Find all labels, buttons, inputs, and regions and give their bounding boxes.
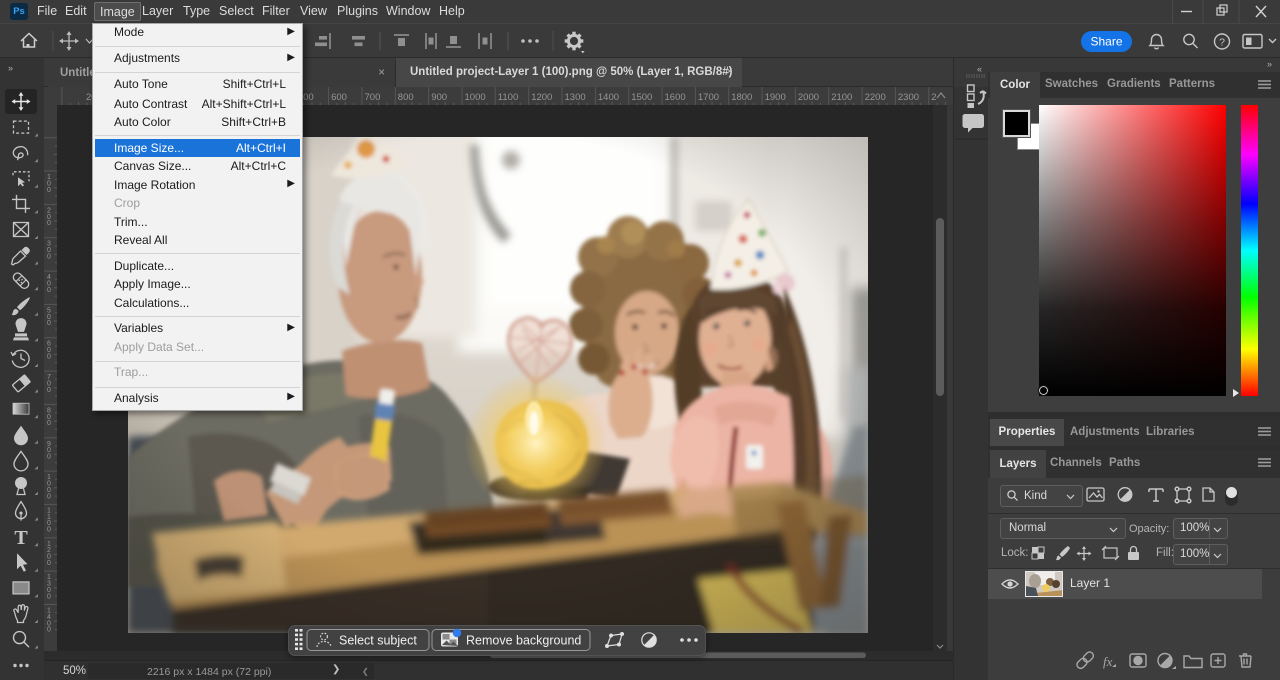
svg-text:Select subject: Select subject	[339, 634, 417, 648]
svg-text:0: 0	[47, 560, 51, 567]
svg-text:0: 0	[47, 627, 51, 634]
svg-text:600: 600	[331, 92, 347, 103]
svg-text:«: «	[977, 64, 982, 74]
svg-text:0: 0	[47, 320, 51, 327]
svg-text:T: T	[14, 527, 28, 549]
svg-text:0: 0	[47, 527, 51, 534]
svg-text:2000: 2000	[798, 92, 819, 103]
svg-text:1200: 1200	[531, 92, 552, 103]
svg-text:0: 0	[47, 287, 51, 294]
svg-text:0: 0	[47, 254, 51, 261]
svg-text:1400: 1400	[598, 92, 619, 103]
svg-text:1300: 1300	[565, 92, 586, 103]
svg-text:2300: 2300	[898, 92, 919, 103]
svg-text:fx: fx	[1103, 654, 1113, 669]
svg-text:800: 800	[398, 92, 414, 103]
svg-text:1600: 1600	[665, 92, 686, 103]
svg-text:0: 0	[47, 593, 51, 600]
svg-text:1800: 1800	[731, 92, 752, 103]
svg-text:1100: 1100	[498, 92, 518, 103]
svg-text:Remove background: Remove background	[466, 634, 581, 648]
svg-text:700: 700	[365, 92, 381, 103]
svg-text:0: 0	[47, 354, 51, 361]
svg-text:0: 0	[47, 454, 51, 461]
svg-text:1900: 1900	[765, 92, 786, 103]
svg-text:2200: 2200	[865, 92, 886, 103]
svg-text:0: 0	[47, 387, 51, 394]
svg-text:Share: Share	[1090, 35, 1122, 49]
svg-text:0: 0	[47, 493, 51, 500]
svg-text:1700: 1700	[698, 92, 719, 103]
svg-text:1500: 1500	[631, 92, 652, 103]
svg-text:0: 0	[47, 187, 51, 194]
svg-text:900: 900	[431, 92, 447, 103]
svg-text:1000: 1000	[465, 92, 486, 103]
svg-text:»: »	[8, 63, 13, 73]
svg-text:2: 2	[931, 92, 936, 103]
svg-text:0: 0	[47, 420, 51, 427]
svg-text:2100: 2100	[831, 92, 852, 103]
svg-text:?: ?	[1219, 37, 1225, 49]
svg-text:0: 0	[47, 220, 51, 227]
